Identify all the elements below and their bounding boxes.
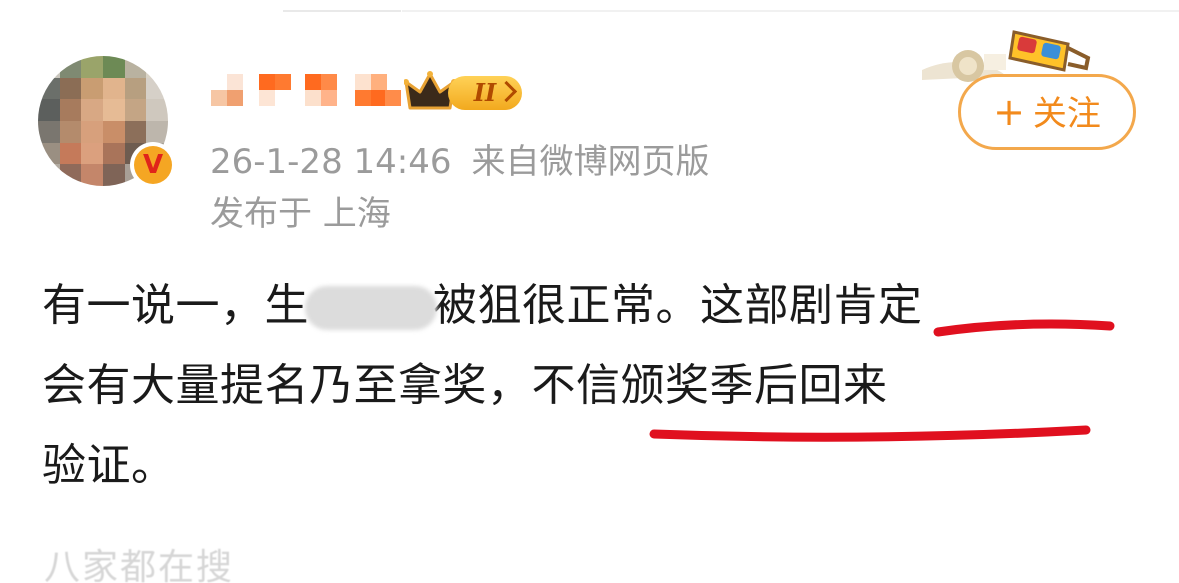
username-pixelated[interactable]: [205, 70, 401, 114]
top-divider-right: [402, 10, 1179, 12]
post-content: 有一说一，生 被狙很正常。这部剧肯定 会有大量提名乃至拿奖，不信颁奖季后回来 验证…: [42, 266, 1142, 506]
vip-level-label: II: [473, 78, 497, 107]
post-location: 发布于 上海: [210, 194, 391, 234]
plus-icon: +: [993, 90, 1025, 134]
post-text-1b: 被狙很正常。这部剧肯定: [433, 280, 923, 331]
top-divider: [283, 10, 401, 12]
vip-badge-icon[interactable]: II: [448, 76, 522, 110]
faded-footer-text: 八家都在搜: [44, 547, 235, 583]
censored-blur: [305, 286, 437, 330]
follow-button[interactable]: + 关注: [958, 74, 1136, 150]
verified-v-icon: V: [134, 146, 172, 184]
post-source: 来自微博网页版: [471, 142, 710, 182]
post-meta: 26-1-28 14:46 来自微博网页版: [210, 134, 710, 183]
follow-label: 关注: [1032, 94, 1101, 134]
post-line-1: 有一说一，生 被狙很正常。这部剧肯定: [42, 266, 1142, 346]
verified-badge: V: [130, 142, 176, 188]
post-timestamp[interactable]: 26-1-28 14:46: [210, 142, 452, 182]
post-line-3: 验证。: [42, 440, 176, 491]
post-text-1a: 有一说一，生: [42, 280, 309, 331]
post-line-2: 会有大量提名乃至拿奖，不信颁奖季后回来: [42, 360, 888, 411]
weibo-post-card: V II 26-1-28 14:46 来自微博网页版 发布于 上海 + 关注 有…: [0, 0, 1179, 583]
chevron-right-icon: [495, 80, 518, 103]
